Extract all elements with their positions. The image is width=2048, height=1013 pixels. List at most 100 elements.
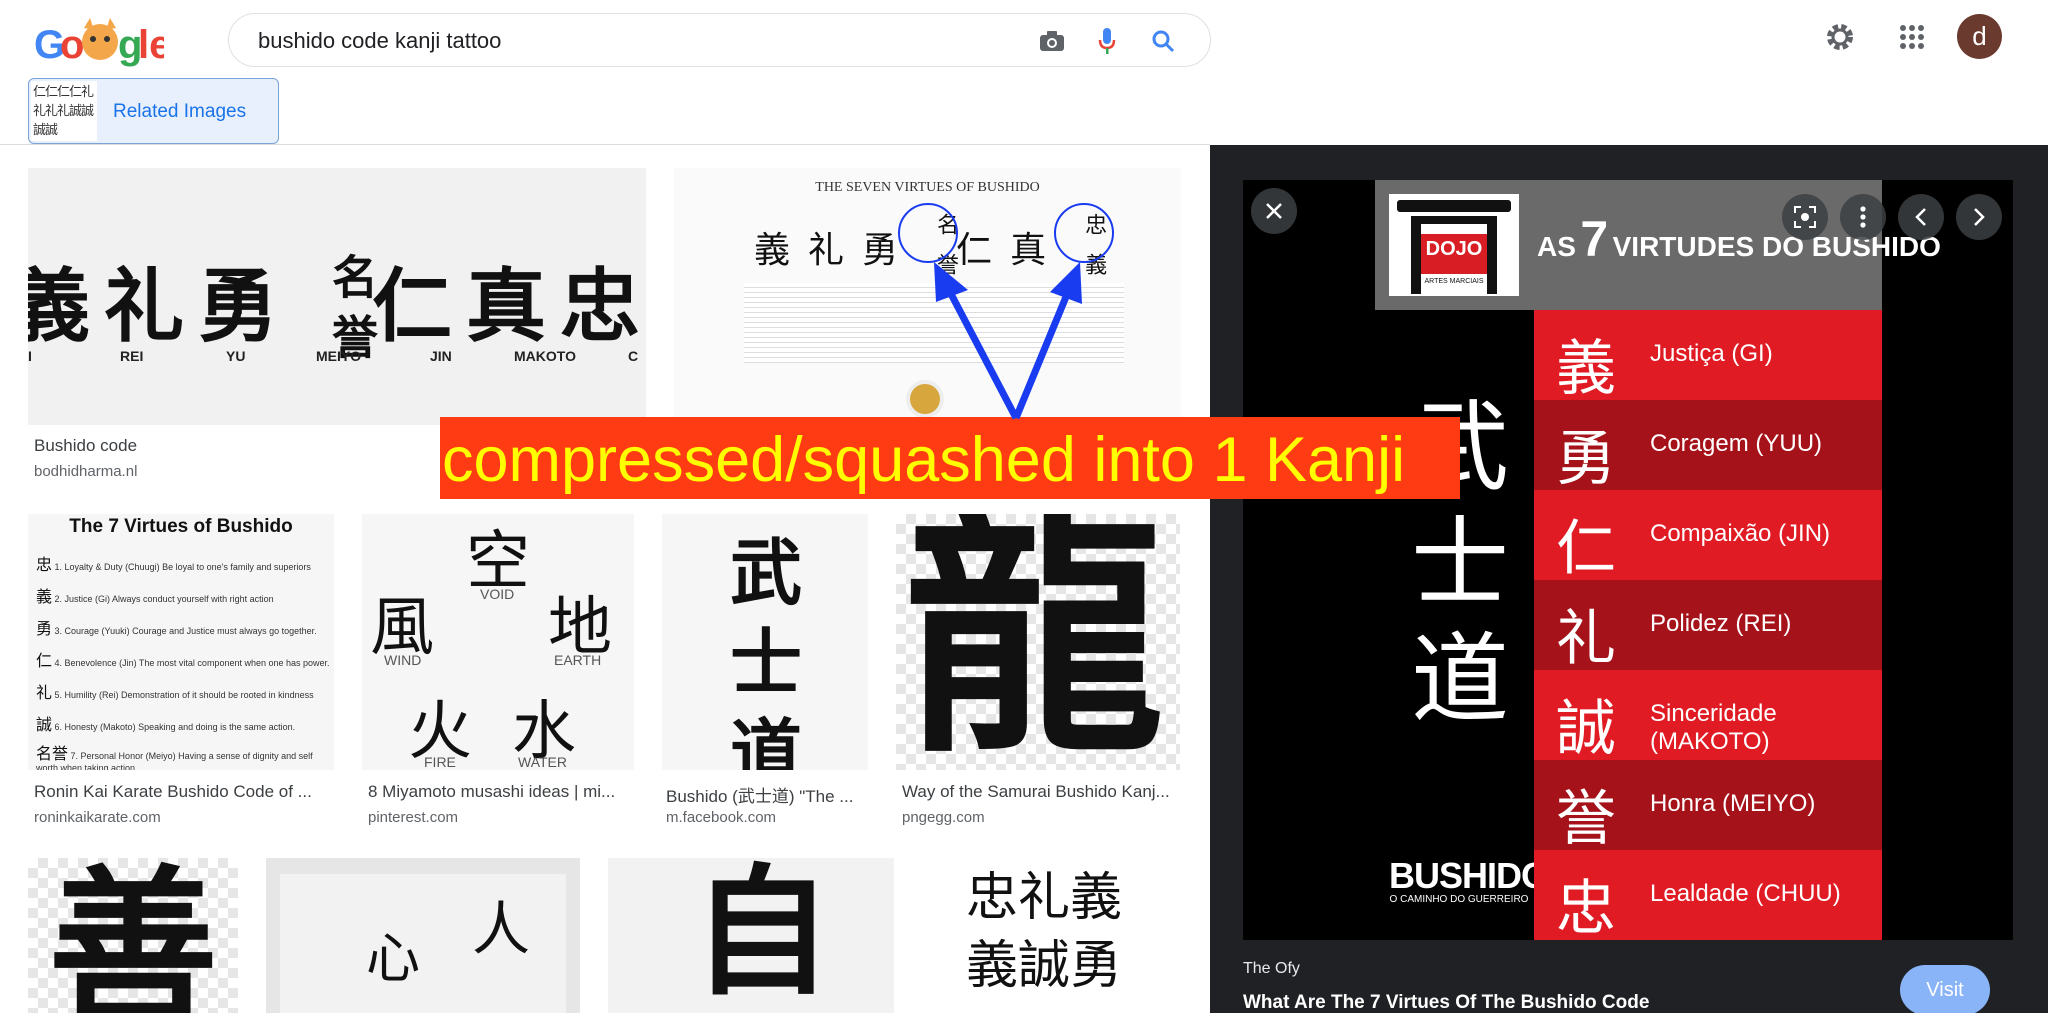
kanji-label: VOID: [480, 586, 515, 602]
apps-grid-icon[interactable]: [1890, 15, 1934, 59]
result-card-row3-4[interactable]: 忠礼義 義誠勇: [936, 858, 1180, 1013]
result-source[interactable]: pinterest.com: [368, 809, 458, 826]
virtue-line: 義 2. Justice (Gi) Always conduct yoursel…: [36, 587, 274, 606]
result-title[interactable]: Ronin Kai Karate Bushido Code of ...: [34, 782, 334, 802]
kanji-gi: 義: [28, 259, 104, 353]
bushido-brand: BUSHIDO: [1389, 855, 1549, 896]
kanji-chu: 忠: [560, 259, 646, 353]
result-card-seven-virtues[interactable]: THE SEVEN VIRTUES OF BUSHIDO 義礼勇 名誉仁真 忠義: [674, 168, 1181, 425]
search-icon[interactable]: [1148, 26, 1178, 56]
result-thumbnail[interactable]: 忠礼義 義誠勇: [936, 858, 1180, 1013]
result-thumbnail[interactable]: 善: [28, 858, 238, 1013]
result-source[interactable]: m.facebook.com: [666, 809, 776, 826]
kanji-label: REI: [120, 348, 144, 364]
result-source[interactable]: bodhidharma.nl: [34, 463, 137, 480]
more-vert-icon: [1860, 206, 1866, 228]
kanji-gi: 義: [754, 230, 809, 271]
search-box[interactable]: bushido code kanji tattoo: [228, 13, 1211, 67]
result-card-row3-2[interactable]: 心 人: [266, 858, 580, 1013]
header-number: 7: [1580, 211, 1609, 267]
kanji-label: YU: [226, 348, 246, 364]
virtue-line: 礼 5. Humility (Rei) Demonstration of it …: [36, 683, 314, 702]
close-preview-button[interactable]: [1251, 188, 1297, 234]
virtue-row-gi: 義 Justiça (GI): [1534, 310, 1882, 404]
result-title[interactable]: Way of the Samurai Bushido Kanj...: [902, 782, 1178, 802]
kanji-row: 忠礼義: [966, 868, 1123, 928]
dojo-logo-text: DOJO: [1425, 238, 1483, 260]
preview-source[interactable]: The Ofy: [1243, 960, 1300, 978]
kanji-hito: 人: [472, 895, 531, 963]
visit-button[interactable]: Visit: [1900, 965, 1990, 1013]
result-source[interactable]: roninkaikarate.com: [34, 809, 161, 826]
result-thumbnail[interactable]: 空 VOID 風 WIND 地 EARTH 火 FIRE 水 WATER: [362, 514, 634, 770]
result-thumbnail[interactable]: 心 人: [266, 858, 580, 1013]
kanji-label: WATER: [518, 754, 567, 770]
kanji-label: MEIYO: [316, 348, 362, 364]
virtue-row-meiyo: 誉 Honra (MEIYO): [1534, 760, 1882, 854]
search-input[interactable]: bushido code kanji tattoo: [258, 28, 501, 54]
kanji-jin: 仁: [956, 230, 1011, 271]
result-source[interactable]: pngegg.com: [902, 809, 985, 826]
result-card-ronin-kai[interactable]: The 7 Virtues of Bushido 忠 1. Loyalty & …: [28, 514, 334, 834]
close-icon: [1266, 203, 1282, 219]
virtue-line: 名誉 7. Personal Honor (Meiyo) Having a se…: [36, 744, 313, 771]
virtue-line: 忠 1. Loyalty & Duty (Chuugi) Be loyal to…: [36, 555, 311, 574]
lens-icon: [1794, 206, 1816, 228]
kanji-label: JIN: [430, 348, 452, 364]
result-card-miyamoto[interactable]: 空 VOID 風 WIND 地 EARTH 火 FIRE 水 WATER 8 M…: [362, 514, 634, 834]
result-thumbnail[interactable]: The 7 Virtues of Bushido 忠 1. Loyalty & …: [28, 514, 334, 770]
google-doodle-logo[interactable]: G o g le: [34, 18, 171, 70]
related-images-thumbnail: 仁仁仁仁礼礼礼礼誠誠誠誠: [31, 81, 97, 141]
result-title[interactable]: Bushido (武士道) "The ...: [666, 782, 866, 807]
infographic-header: THE SEVEN VIRTUES OF BUSHIDO: [815, 180, 1040, 195]
svg-text:o: o: [60, 23, 84, 67]
account-avatar[interactable]: d: [1957, 14, 2002, 59]
kanji-row: 義誠勇: [966, 936, 1123, 996]
lens-search-button[interactable]: [1782, 194, 1828, 240]
result-thumbnail[interactable]: 龍: [896, 514, 1180, 770]
result-card-row3-3[interactable]: 自: [608, 858, 894, 1013]
virtues-list: 義 Justiça (GI) 勇 Coragem (YUU) 仁 Compaixão …: [1534, 310, 1882, 944]
result-card-pngegg[interactable]: 龍 Way of the Samurai Bushido Kanj... png…: [896, 514, 1180, 834]
result-thumbnail[interactable]: THE SEVEN VIRTUES OF BUSHIDO 義礼勇 名誉仁真 忠義: [674, 168, 1181, 425]
kanji-label: FIRE: [424, 754, 456, 770]
virtue-row-yuu: 勇 Coragem (YUU): [1534, 400, 1882, 494]
virtue-row-jin: 仁 Compaixão (JIN): [1534, 490, 1882, 584]
camera-icon[interactable]: [1037, 26, 1067, 56]
result-card-row3-1[interactable]: 善: [28, 858, 238, 1013]
header-title: VIRTUDES DO BUSHIDO: [1612, 231, 1941, 262]
preview-image[interactable]: DOJO ARTES MARCIAIS AS 7 VIRTUDES DO BUS…: [1243, 180, 2013, 944]
previous-image-button[interactable]: [1898, 194, 1944, 240]
kanji-label: C: [628, 348, 639, 364]
kanji-label: WIND: [384, 652, 422, 668]
dojo-logo-subtext: ARTES MARCIAIS: [1424, 278, 1484, 285]
vertical-kanji-shi: 士: [1410, 507, 1509, 621]
preview-title[interactable]: What Are The 7 Virtues Of The Bushido Co…: [1243, 992, 1649, 1013]
virtue-row-chuu: 忠 Lealdade (CHUU): [1534, 850, 1882, 944]
kanji-do: 道: [730, 710, 803, 770]
related-images-label: Related Images: [113, 101, 247, 122]
highlight-circle: [898, 203, 958, 263]
related-images-chip[interactable]: 仁仁仁仁礼礼礼礼誠誠誠誠 Related Images: [28, 78, 279, 144]
result-thumbnail[interactable]: 義礼勇 名誉仁真忠 I REI YU MEIYO JIN MAKOTO C: [28, 168, 646, 425]
seal-icon: [906, 380, 944, 418]
kanji-yu: 勇: [198, 259, 292, 353]
result-thumbnail[interactable]: 自: [608, 858, 894, 1013]
header-as: AS: [1537, 231, 1576, 262]
result-card-facebook-bushido[interactable]: 武 士 道 Bushido (武士道) "The ... m.facebook.…: [662, 514, 868, 834]
next-image-button[interactable]: [1956, 194, 2002, 240]
more-options-button[interactable]: [1840, 194, 1886, 240]
kanji-ji: 自: [692, 858, 833, 1013]
kanji-rei: 礼: [808, 230, 863, 271]
kanji-label: I: [28, 348, 32, 364]
microphone-icon[interactable]: [1092, 26, 1122, 56]
virtue-line: 誠 6. Honesty (Makoto) Speaking and doing…: [36, 715, 296, 734]
result-title[interactable]: 8 Miyamoto musashi ideas | mi...: [368, 782, 634, 802]
header-divider: [0, 144, 1210, 145]
infographic-header: The 7 Virtues of Bushido: [69, 516, 293, 537]
kanji-ryu: 龍: [904, 514, 1164, 770]
result-thumbnail[interactable]: 武 士 道: [662, 514, 868, 770]
virtue-row-makoto: 誠 Sinceridade (MAKOTO): [1534, 670, 1882, 764]
bushido-brand-subtitle: O CAMINHO DO GUERREIRO: [1389, 894, 1529, 905]
settings-gear-icon[interactable]: [1818, 15, 1862, 59]
